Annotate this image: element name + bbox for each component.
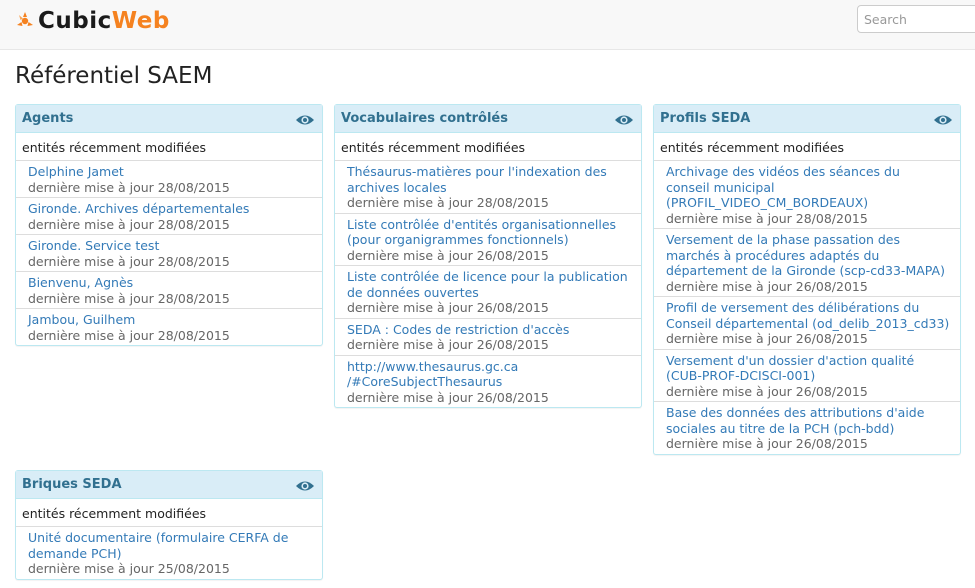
entity-link[interactable]: Profil de versement des délibérations du xyxy=(666,300,954,316)
logo-mark-icon xyxy=(17,12,33,26)
entity-link[interactable]: conseil municipal xyxy=(666,180,954,196)
entity-link[interactable]: sociales au titre de la PCH (pch-bdd) xyxy=(666,421,954,437)
last-updated-text: dernière mise à jour 28/08/2015 xyxy=(28,290,230,306)
entity-link[interactable]: Gironde. Service test xyxy=(28,238,316,254)
last-updated-text: dernière mise à jour 28/08/2015 xyxy=(28,327,230,343)
list-item: Delphine Jamet dernière mise à jour 28/08… xyxy=(16,161,322,198)
entity-link[interactable]: Base des données des attributions d'aide xyxy=(666,405,954,421)
panel-briques: Briques SEDA entités récemment modifiées U… xyxy=(15,470,323,580)
entity-link[interactable]: département de la Gironde (scp-cd33-MAPA… xyxy=(666,263,954,279)
list-item: Versement d'un dossier d'action qualité(… xyxy=(654,350,960,402)
entity-link[interactable]: (pour organigrammes fonctionnels) xyxy=(347,232,635,248)
logo-text: CubicWeb xyxy=(38,8,170,34)
list-item: Profil de versement des délibérations du… xyxy=(654,297,960,350)
entity-link[interactable]: SEDA : Codes de restriction d'accès xyxy=(347,322,635,338)
entity-link[interactable]: demande PCH) xyxy=(28,546,316,562)
entity-link[interactable]: /#CoreSubjectThesaurus xyxy=(347,374,635,390)
last-updated-text: dernière mise à jour 26/08/2015 xyxy=(347,389,549,405)
panel-header: Vocabulaires contrôlés xyxy=(335,105,641,133)
last-updated-text: dernière mise à jour 28/08/2015 xyxy=(347,195,549,210)
entity-link[interactable]: archives locales xyxy=(347,180,635,196)
entity-link[interactable]: (PROFIL_VIDEO_CM_BORDEAUX) xyxy=(666,195,954,211)
entity-link[interactable]: Versement d'un dossier d'action qualité xyxy=(666,353,954,369)
eye-icon[interactable] xyxy=(295,112,315,126)
list-item: Gironde. Archives départementales dernièr… xyxy=(16,198,322,235)
entity-link[interactable]: http://www.thesaurus.gc.ca xyxy=(347,359,635,375)
list-item: Thésaurus-matières pour l'indexation des… xyxy=(335,161,641,214)
panel-title: Vocabulaires contrôlés xyxy=(341,111,508,126)
list-item: Versement de la phase passation des march… xyxy=(654,229,960,297)
panel-vocabulaires: Vocabulaires contrôlés entités récemment … xyxy=(334,104,642,408)
panel-header: Profils SEDA xyxy=(654,105,960,133)
list-item: Unité documentaire (formulaire CERFA de d… xyxy=(16,527,322,579)
panel-profils: Profils SEDA entités récemment modifiées A… xyxy=(653,104,961,455)
entity-link[interactable]: Versement de la phase passation des xyxy=(666,232,954,248)
entity-link[interactable]: Thésaurus-matières pour l'indexation des xyxy=(347,164,635,180)
eye-icon[interactable] xyxy=(933,112,953,126)
list-item: SEDA : Codes de restriction d'accès derni… xyxy=(335,319,641,356)
panel-subtitle: entités récemment modifiées xyxy=(335,133,641,161)
last-updated-text: dernière mise à jour 26/08/2015 xyxy=(347,337,549,352)
list-item: Bienvenu, Agnès dernière mise à jour 28/0… xyxy=(16,272,322,309)
panel-subtitle: entités récemment modifiées xyxy=(16,133,322,161)
panel-title: Agents xyxy=(22,111,74,126)
last-updated-text: dernière mise à jour 26/08/2015 xyxy=(347,247,549,263)
panel-header: Agents xyxy=(16,105,322,133)
entity-link[interactable]: Delphine Jamet xyxy=(28,164,316,180)
eye-icon[interactable] xyxy=(295,478,315,492)
panel-subtitle: entités récemment modifiées xyxy=(16,499,322,527)
list-item: Base des données des attributions d'aide… xyxy=(654,402,960,454)
last-updated-text: dernière mise à jour 28/08/2015 xyxy=(28,253,230,269)
entity-link[interactable]: Bienvenu, Agnès xyxy=(28,275,316,291)
last-updated-text: dernière mise à jour 28/08/2015 xyxy=(28,216,230,232)
entity-link[interactable]: Liste contrôlée de licence pour la publi… xyxy=(347,269,635,285)
entity-link[interactable]: Gironde. Archives départementales xyxy=(28,201,316,217)
page-title: Référentiel SAEM xyxy=(15,63,213,89)
last-updated-text: dernière mise à jour 25/08/2015 xyxy=(28,561,230,576)
panel-agents: Agents entités récemment modifiées Delphin… xyxy=(15,104,323,346)
entity-link[interactable]: marchés à procédures adaptés du xyxy=(666,248,954,264)
panel-title: Briques SEDA xyxy=(22,477,122,492)
panel-header: Briques SEDA xyxy=(16,471,322,499)
panel-title: Profils SEDA xyxy=(660,111,751,126)
last-updated-text: dernière mise à jour 26/08/2015 xyxy=(666,331,868,346)
search-input[interactable] xyxy=(857,5,975,33)
list-item: Liste contrôlée de licence pour la publi… xyxy=(335,266,641,319)
cubicweb-logo[interactable]: CubicWeb xyxy=(14,6,170,36)
list-item: http://www.thesaurus.gc.ca/#CoreSubjectT… xyxy=(335,356,641,408)
entity-link[interactable]: Liste contrôlée d'entités organisationne… xyxy=(347,217,635,233)
list-item: Archivage des vidéos des séances du conse… xyxy=(654,161,960,229)
list-item: Liste contrôlée d'entités organisationne… xyxy=(335,214,641,266)
list-item: Gironde. Service test dernière mise à jou… xyxy=(16,235,322,272)
logo-text-cubic: Cubic xyxy=(38,8,112,34)
entity-link[interactable]: Jambou, Guilhem xyxy=(28,312,316,328)
entity-link[interactable]: (CUB-PROF-DCISCI-001) xyxy=(666,368,954,384)
last-updated-text: dernière mise à jour 26/08/2015 xyxy=(347,300,549,315)
entity-link[interactable]: Conseil départemental (od_delib_2013_cd3… xyxy=(666,316,954,332)
last-updated-text: dernière mise à jour 26/08/2015 xyxy=(666,436,868,451)
eye-icon[interactable] xyxy=(614,112,634,126)
entity-link[interactable]: Unité documentaire (formulaire CERFA de xyxy=(28,530,316,546)
last-updated-text: dernière mise à jour 26/08/2015 xyxy=(666,278,868,294)
entity-link[interactable]: Archivage des vidéos des séances du xyxy=(666,164,954,180)
panel-subtitle: entités récemment modifiées xyxy=(654,133,960,161)
entity-link[interactable]: de données ouvertes xyxy=(347,285,635,301)
last-updated-text: dernière mise à jour 28/08/2015 xyxy=(666,210,868,226)
logo-text-web: Web xyxy=(111,8,170,34)
last-updated-text: dernière mise à jour 26/08/2015 xyxy=(666,383,868,399)
list-item: Jambou, Guilhem dernière mise à jour 28/0… xyxy=(16,309,322,345)
top-navbar: CubicWeb xyxy=(0,0,975,50)
last-updated-text: dernière mise à jour 28/08/2015 xyxy=(28,179,230,195)
